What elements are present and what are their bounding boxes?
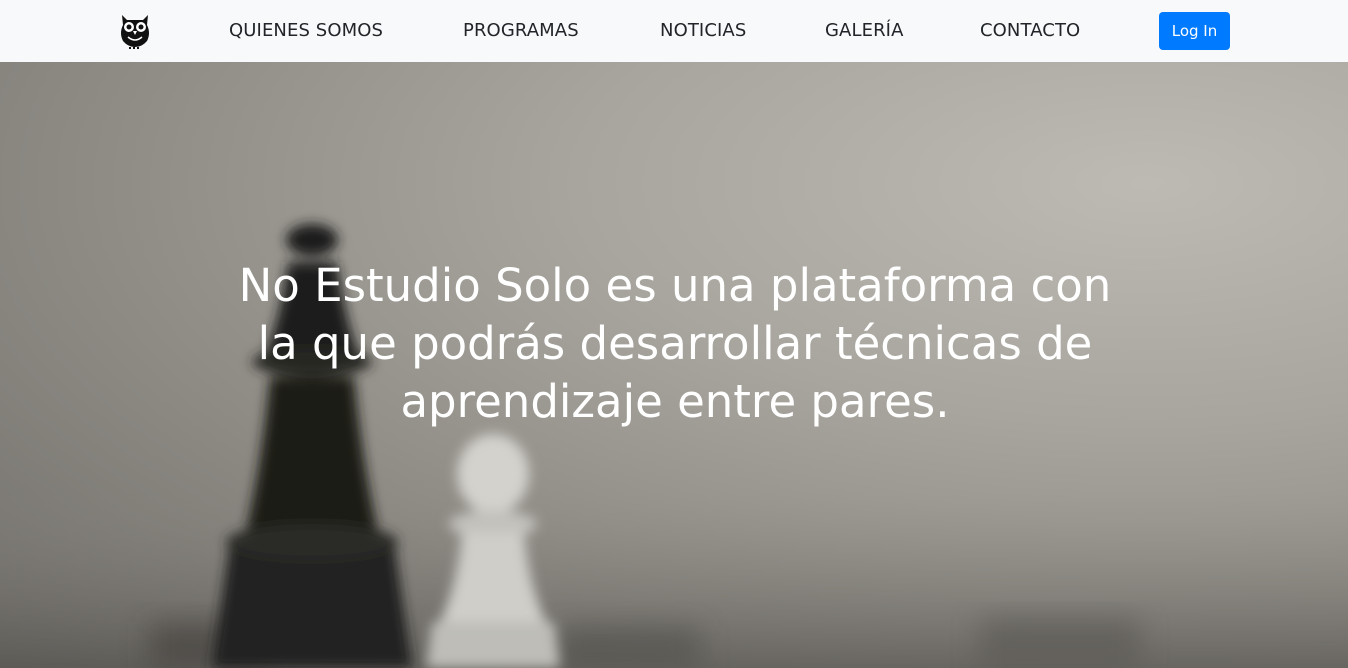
login-button[interactable]: Log In [1159, 12, 1230, 50]
owl-logo-icon[interactable] [118, 11, 152, 49]
nav-link-programas[interactable]: PROGRAMAS [463, 20, 579, 41]
hero-title: No Estudio Solo es una plataforma con la… [238, 259, 1112, 428]
nav-link-contacto[interactable]: CONTACTO [980, 20, 1080, 41]
hero-section: No Estudio Solo es una plataforma con la… [0, 62, 1348, 668]
navbar: QUIENES SOMOS PROGRAMAS NOTICIAS GALERÍA… [0, 0, 1348, 62]
nav-link-quienes-somos[interactable]: QUIENES SOMOS [229, 20, 383, 41]
nav-link-galeria[interactable]: GALERÍA [825, 20, 904, 41]
nav-link-noticias[interactable]: NOTICIAS [660, 20, 746, 41]
